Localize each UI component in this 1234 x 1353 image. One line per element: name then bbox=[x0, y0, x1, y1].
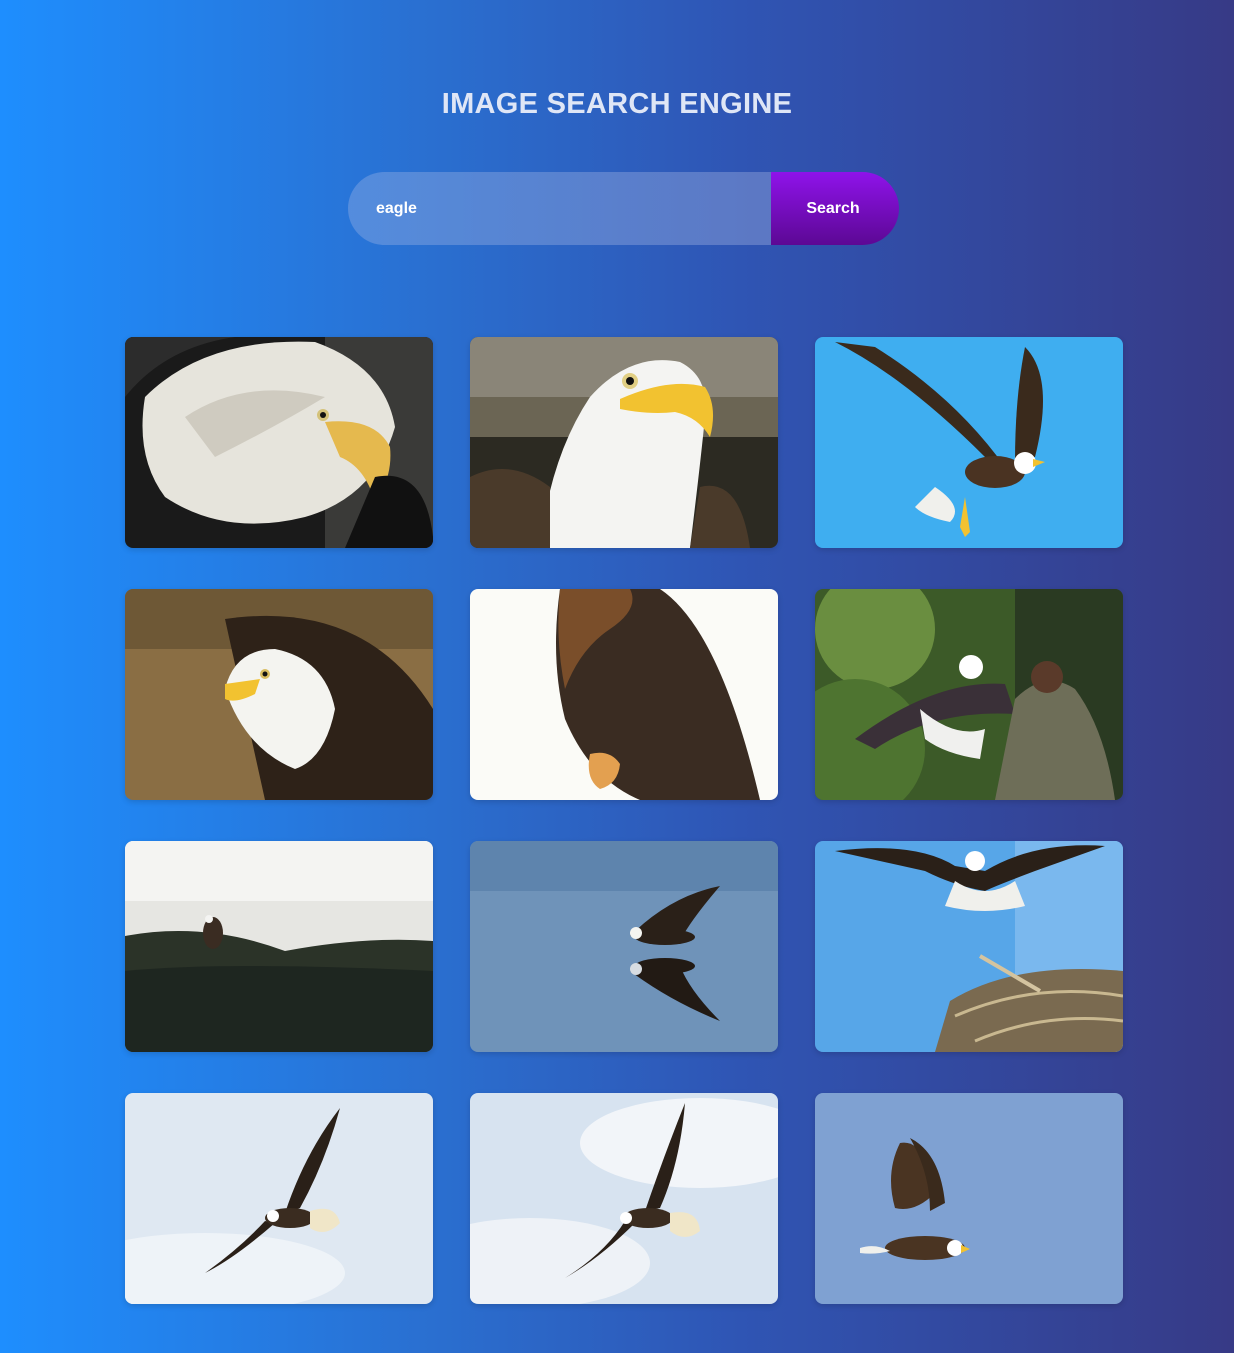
results-grid bbox=[125, 337, 1123, 1304]
result-image[interactable] bbox=[815, 1093, 1123, 1304]
eagle-photo bbox=[470, 841, 778, 1052]
result-image[interactable] bbox=[815, 841, 1123, 1052]
result-image[interactable] bbox=[125, 589, 433, 800]
result-image[interactable] bbox=[470, 337, 778, 548]
eagle-photo bbox=[470, 589, 778, 800]
eagle-photo bbox=[125, 841, 433, 1052]
eagle-photo bbox=[125, 1093, 433, 1304]
result-image[interactable] bbox=[125, 1093, 433, 1304]
result-image[interactable] bbox=[815, 589, 1123, 800]
eagle-photo bbox=[815, 1093, 1123, 1304]
page-title: IMAGE SEARCH ENGINE bbox=[441, 88, 793, 120]
result-image[interactable] bbox=[815, 337, 1123, 548]
eagle-photo bbox=[125, 337, 433, 548]
result-image[interactable] bbox=[470, 1093, 778, 1304]
search-button[interactable]: Search bbox=[771, 172, 899, 245]
eagle-photo bbox=[470, 1093, 778, 1304]
eagle-photo bbox=[815, 337, 1123, 548]
eagle-photo bbox=[125, 589, 433, 800]
search-bar: Search bbox=[348, 172, 899, 245]
eagle-photo bbox=[815, 841, 1123, 1052]
search-input[interactable] bbox=[348, 172, 771, 245]
eagle-photo bbox=[470, 337, 778, 548]
result-image[interactable] bbox=[125, 337, 433, 548]
result-image[interactable] bbox=[125, 841, 433, 1052]
result-image[interactable] bbox=[470, 841, 778, 1052]
result-image[interactable] bbox=[470, 589, 778, 800]
eagle-photo bbox=[815, 589, 1123, 800]
